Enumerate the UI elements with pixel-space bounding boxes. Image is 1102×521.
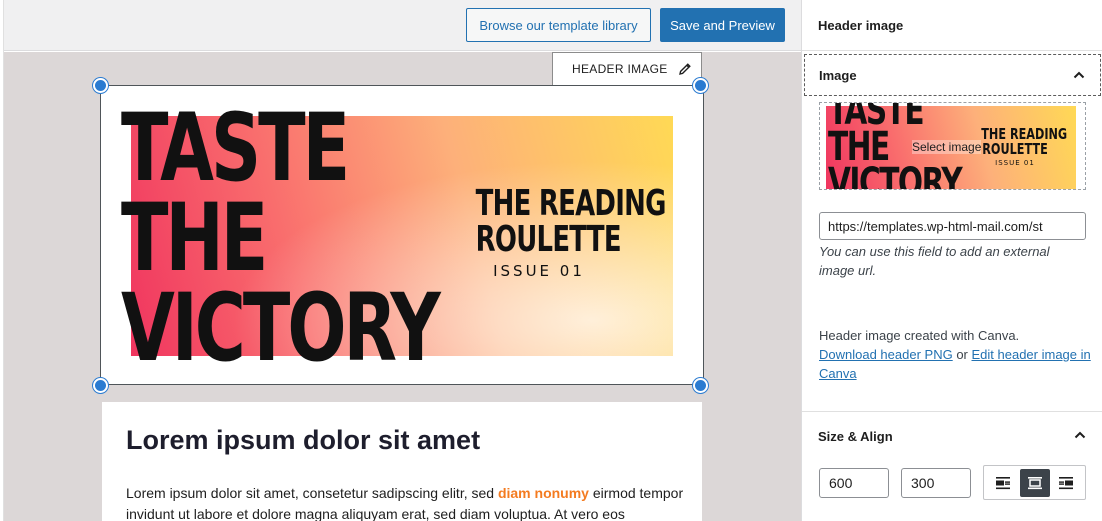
canva-note-text: Header image created with Canva. — [819, 328, 1020, 343]
editor-canvas: HEADER IMAGE TASTE THE VICTORY THE READI… — [4, 52, 801, 521]
banner-title-group: THE READING ROULETTE ISSUE 01 — [451, 183, 667, 281]
chevron-up-icon — [1074, 431, 1086, 439]
banner-title-line1: THE READING — [475, 183, 667, 224]
content-highlight: diam nonumy — [497, 485, 589, 501]
banner-title-line2: ROULETTE — [475, 219, 622, 260]
content-text-before: Lorem ipsum dolor sit amet, consetetur s… — [126, 485, 498, 501]
banner-issue: ISSUE 01 — [493, 262, 585, 280]
size-align-panel-toggle[interactable]: Size & Align — [804, 415, 1101, 457]
top-toolbar: Browse our template library Save and Pre… — [4, 0, 801, 51]
canva-note: Header image created with Canva. Downloa… — [819, 326, 1094, 383]
image-panel-toggle[interactable]: Image — [804, 54, 1101, 96]
thumbnail-issue: ISSUE 01 — [995, 159, 1035, 167]
block-tab-label: HEADER IMAGE — [572, 62, 668, 76]
chevron-up-icon — [1073, 71, 1085, 79]
align-right-icon — [1059, 476, 1073, 489]
resize-handle-bottom-right[interactable] — [693, 378, 708, 393]
content-heading: Lorem ipsum dolor sit amet — [126, 425, 481, 455]
resize-handle-top-right[interactable] — [693, 78, 708, 93]
align-left-button[interactable] — [988, 469, 1018, 497]
thumbnail-title-line2: ROULETTE — [982, 140, 1048, 158]
save-and-preview-button[interactable]: Save and Preview — [660, 8, 785, 42]
browse-template-library-button[interactable]: Browse our template library — [466, 8, 651, 42]
content-paragraph: Lorem ipsum dolor sit amet, consetetur s… — [126, 483, 686, 521]
panel-divider — [802, 411, 1102, 412]
select-image-label[interactable]: Select image — [912, 140, 982, 154]
width-input[interactable] — [819, 468, 889, 498]
banner-headline: TASTE THE VICTORY — [121, 104, 441, 362]
align-left-icon — [996, 476, 1010, 489]
align-center-icon — [1027, 476, 1042, 489]
image-panel-title: Image — [819, 67, 857, 83]
text-content-block[interactable]: Lorem ipsum dolor sit amet Lorem ipsum d… — [102, 402, 702, 521]
height-input[interactable] — [901, 468, 971, 498]
or-text: or — [952, 347, 972, 362]
resize-handle-bottom-left[interactable] — [93, 378, 108, 393]
pencil-icon[interactable] — [677, 61, 693, 77]
image-url-input[interactable] — [819, 212, 1086, 240]
image-url-help: You can use this field to add an externa… — [819, 244, 1050, 278]
thumbnail-title-group: THE READING ROULETTE ISSUE 01 — [970, 127, 1067, 168]
resize-handle-top-left[interactable] — [93, 78, 108, 93]
header-image-block[interactable]: TASTE THE VICTORY THE READING ROULETTE I… — [100, 85, 704, 385]
sidebar-title: Header image — [802, 0, 1102, 51]
align-center-button[interactable] — [1019, 468, 1050, 497]
size-align-panel-title: Size & Align — [818, 428, 893, 444]
alignment-toolbar — [983, 465, 1086, 500]
download-header-png-link[interactable]: Download header PNG — [819, 347, 953, 362]
header-banner-image: TASTE THE VICTORY THE READING ROULETTE I… — [121, 104, 673, 362]
align-right-button[interactable] — [1051, 469, 1081, 497]
image-thumbnail-select[interactable]: TASTE THE VICTORY THE READING ROULETTE I… — [819, 102, 1086, 190]
settings-sidebar: Header image Image TASTE THE VICTORY THE… — [801, 0, 1102, 521]
header-image-block-tab[interactable]: HEADER IMAGE — [552, 52, 702, 85]
